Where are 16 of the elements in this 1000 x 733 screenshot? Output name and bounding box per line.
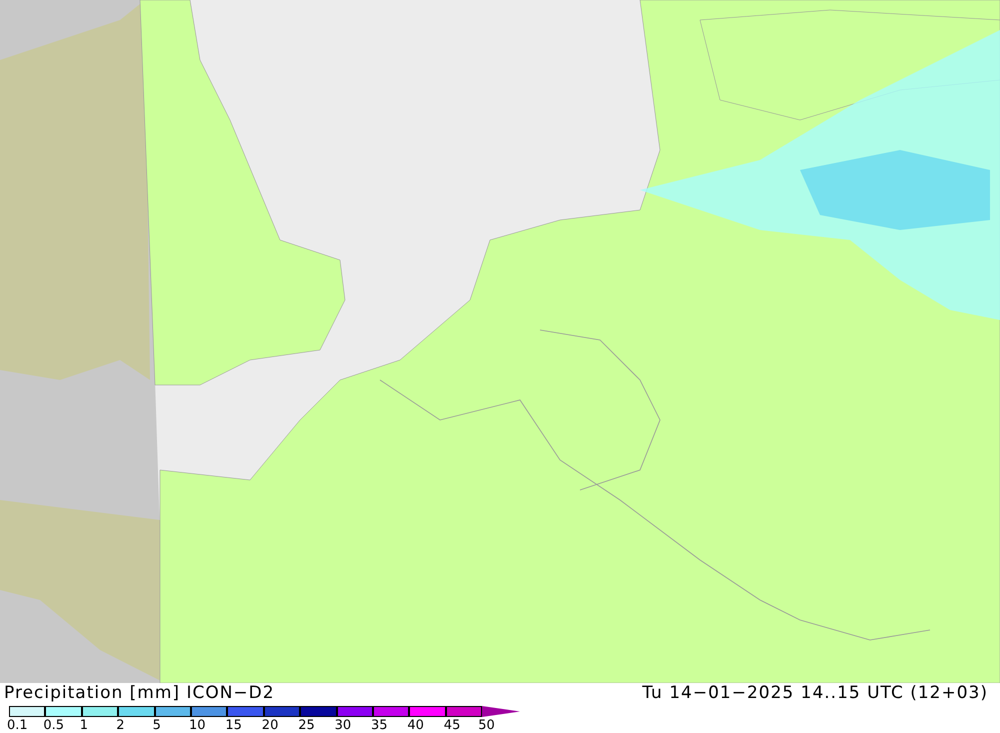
legend-label: 20: [262, 719, 278, 733]
legend-label: 1: [80, 719, 88, 733]
legend-label: 0.1: [7, 719, 28, 733]
legend-label: 35: [371, 719, 388, 733]
legend-label: 25: [298, 719, 315, 733]
legend-label: 2: [116, 719, 124, 733]
legend-label: 5: [152, 719, 161, 733]
legend-label: 50: [478, 719, 495, 733]
legend-label: 10: [189, 719, 206, 733]
legend-label: 0.5: [43, 719, 64, 733]
legend-label: 40: [407, 719, 424, 733]
legend-label: 30: [334, 719, 352, 733]
map-title: Precipitation [mm] ICON−D2: [4, 683, 275, 703]
valid-time: Tu 14−01−2025 14..15 UTC (12+03): [642, 683, 989, 703]
legend-label: 15: [225, 719, 242, 733]
legend-label: 45: [444, 719, 460, 733]
